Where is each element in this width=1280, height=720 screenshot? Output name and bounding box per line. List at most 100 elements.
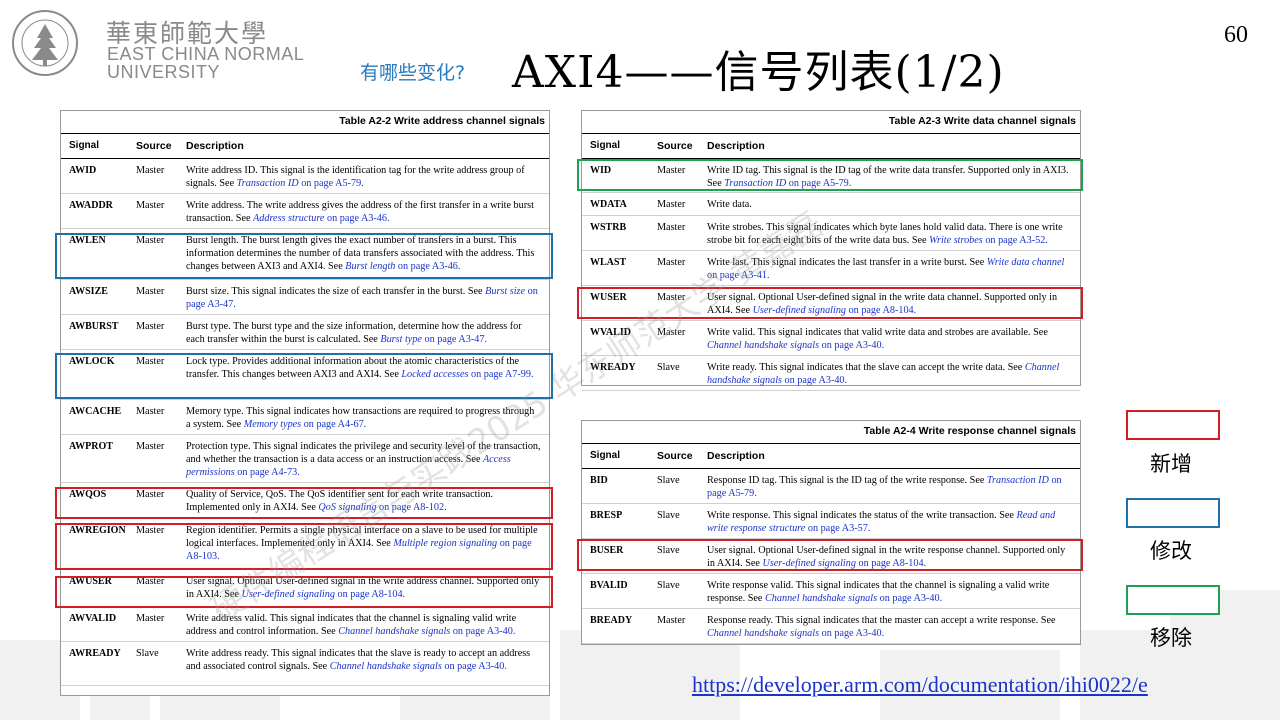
cell-signal: AWSIZE xyxy=(69,286,108,297)
legend-swatch-modified xyxy=(1126,498,1220,528)
legend-label-added: 新增 xyxy=(1150,452,1192,476)
description-text: Write ready. This signal indicates that … xyxy=(707,362,1025,373)
page-reference[interactable]: on page A3-40. xyxy=(877,593,943,604)
description-text: Response ID tag. This signal is the ID t… xyxy=(707,475,987,486)
page-reference[interactable]: on page A8-104. xyxy=(335,589,405,600)
table-row: WSTRB Master Write strobes. This signal in… xyxy=(582,216,1080,251)
cell-source: Slave xyxy=(136,648,159,659)
cross-reference-link[interactable]: Channel handshake signals xyxy=(338,626,450,637)
cross-reference-link[interactable]: User-defined signaling xyxy=(762,558,855,569)
page-reference[interactable]: on page A3-41. xyxy=(707,270,770,281)
cross-reference-link[interactable]: User-defined signaling xyxy=(241,589,334,600)
cell-source: Master xyxy=(136,489,165,500)
cross-reference-link[interactable]: User-defined signaling xyxy=(753,305,846,316)
cell-description: Write ID tag. This signal is the ID tag … xyxy=(707,159,1080,192)
cell-description: Write address. The write address gives t… xyxy=(186,194,549,228)
page-reference[interactable]: on page A3-40. xyxy=(782,375,848,386)
cross-reference-link[interactable]: Burst size xyxy=(485,286,525,297)
cross-reference-link[interactable]: Channel handshake signals xyxy=(330,661,442,672)
cross-reference-link[interactable]: Write strobes xyxy=(929,235,983,246)
cross-reference-link[interactable]: Address structure xyxy=(253,213,324,224)
page-reference[interactable]: on page A3-40. xyxy=(450,626,516,637)
cross-reference-link[interactable]: QoS signaling xyxy=(318,502,376,513)
page-reference[interactable]: on page A4-73. xyxy=(235,467,300,478)
table-row: WUSER Master User signal. Optional User-de… xyxy=(582,286,1080,321)
cell-signal: AWID xyxy=(69,165,97,176)
page-reference[interactable]: on page A3-52. xyxy=(983,235,1048,246)
page-reference[interactable]: on page A3-40. xyxy=(819,628,885,639)
cell-source: Master xyxy=(136,613,165,624)
table-write-data-channel: Table A2-3 Write data channel signals Si… xyxy=(581,110,1081,391)
page-reference[interactable]: on page A3-46. xyxy=(395,261,461,272)
arm-documentation-link[interactable]: https://developer.arm.com/documentation/… xyxy=(692,672,1148,698)
cell-description: Write address valid. This signal indicat… xyxy=(186,607,549,641)
cell-signal: AWLOCK xyxy=(69,356,115,367)
page-reference[interactable]: on page A3-40. xyxy=(819,340,885,351)
cell-signal: AWREGION xyxy=(69,525,126,536)
cross-reference-link[interactable]: Burst type xyxy=(380,334,422,345)
table-caption: Table A2-4 Write response channel signal… xyxy=(863,425,1076,437)
cross-reference-link[interactable]: Multiple region signaling xyxy=(393,538,497,549)
description-text: Write data. xyxy=(707,199,752,210)
description-text: Response ready. This signal indicates th… xyxy=(707,615,1056,626)
cross-reference-link[interactable]: Channel handshake signals xyxy=(707,628,819,639)
cell-source: Master xyxy=(657,257,686,268)
slide-subtitle: 有哪些变化? xyxy=(360,62,466,84)
page-reference[interactable]: on page A5-79. xyxy=(786,178,852,189)
header-signal: Signal xyxy=(590,140,621,151)
table-row: WDATA Master Write data. xyxy=(582,193,1080,216)
cell-source: Master xyxy=(136,441,165,452)
table-row: BID Slave Response ID tag. This signal is … xyxy=(582,469,1080,504)
page-reference[interactable]: on page A8-104. xyxy=(856,558,926,569)
table-row: BRESP Slave Write response. This signal in… xyxy=(582,504,1080,539)
cross-reference-link[interactable]: Transaction ID xyxy=(237,178,299,189)
page-reference[interactable]: on page A8-102. xyxy=(376,502,447,513)
cell-signal: AWLEN xyxy=(69,235,106,246)
cell-signal: BREADY xyxy=(590,615,633,626)
cell-source: Master xyxy=(136,356,165,367)
cross-reference-link[interactable]: Channel handshake signals xyxy=(707,340,819,351)
page-reference[interactable]: on page A3-46. xyxy=(324,213,390,224)
cross-reference-link[interactable]: Memory types xyxy=(244,419,301,430)
cross-reference-link[interactable]: Write data channel xyxy=(987,257,1065,268)
header-source: Source xyxy=(136,140,172,152)
cell-description: Write last. This signal indicates the la… xyxy=(707,251,1080,285)
cell-description: Response ID tag. This signal is the ID t… xyxy=(707,469,1080,503)
table-header: Signal Source Description xyxy=(582,443,1080,469)
cross-reference-link[interactable]: Transaction ID xyxy=(987,475,1049,486)
table-row: AWLOCK Master Lock type. Provides addition… xyxy=(61,350,549,400)
table-row: AWQOS Master Quality of Service, QoS. The … xyxy=(61,483,549,519)
page-reference[interactable]: on page A4-67. xyxy=(301,419,367,430)
table-row: AWREADY Slave Write address ready. This si… xyxy=(61,642,549,686)
cell-signal: WREADY xyxy=(590,362,636,373)
cross-reference-link[interactable]: Locked accesses xyxy=(401,369,468,380)
cell-description: Protection type. This signal indicates t… xyxy=(186,435,549,482)
cell-description: User signal. Optional User-defined signa… xyxy=(186,570,549,606)
legend-label-modified: 修改 xyxy=(1150,539,1192,563)
table-caption: Table A2-2 Write address channel signals xyxy=(339,115,545,127)
page-reference[interactable]: on page A7-99. xyxy=(468,369,534,380)
page-reference[interactable]: on page A8-104. xyxy=(846,305,917,316)
cross-reference-link[interactable]: Transaction ID xyxy=(724,178,786,189)
cell-description: Write valid. This signal indicates that … xyxy=(707,321,1080,355)
cell-description: Write response valid. This signal indica… xyxy=(707,574,1080,608)
cell-description: Write ready. This signal indicates that … xyxy=(707,356,1080,390)
header-source: Source xyxy=(657,140,693,152)
page-reference[interactable]: on page A5-79. xyxy=(299,178,364,189)
cross-reference-link[interactable]: Burst length xyxy=(345,261,395,272)
cell-description: Region identifier. Permits a single phys… xyxy=(186,519,549,569)
cell-source: Master xyxy=(136,321,165,332)
page-reference[interactable]: on page A3-47. xyxy=(422,334,487,345)
cross-reference-link[interactable]: Channel handshake signals xyxy=(765,593,877,604)
table-header: Signal Source Description xyxy=(582,133,1080,159)
cell-signal: BID xyxy=(590,475,608,486)
table-row: BREADY Master Response ready. This signal … xyxy=(582,609,1080,644)
cell-description: Burst size. This signal indicates the si… xyxy=(186,280,549,314)
table-row: AWREGION Master Region identifier. Permits… xyxy=(61,519,549,570)
slide-title: AXI4——信号列表(1/2) xyxy=(512,47,1005,98)
page-reference[interactable]: on page A3-40. xyxy=(442,661,507,672)
page-reference[interactable]: on page A3-57. xyxy=(805,523,871,534)
cell-description: User signal. Optional User-defined signa… xyxy=(707,286,1080,320)
cell-signal: WLAST xyxy=(590,257,627,268)
table-row: AWCACHE Master Memory type. This signal in… xyxy=(61,400,549,435)
